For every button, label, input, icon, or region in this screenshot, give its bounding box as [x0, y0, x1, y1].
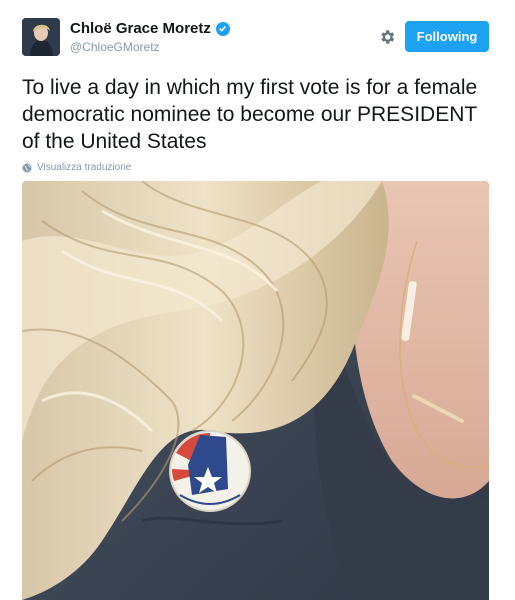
- tweet-photo[interactable]: [22, 181, 489, 600]
- translate-link[interactable]: Visualizza traduzione: [22, 162, 131, 173]
- user-handle[interactable]: @ChloeGMoretz: [70, 40, 160, 54]
- gear-icon[interactable]: [378, 28, 396, 46]
- tweet-header: Chloë Grace Moretz @ChloeGMoretz Followi…: [0, 0, 515, 66]
- globe-icon: [22, 163, 32, 172]
- translate-label: Visualizza traduzione: [37, 162, 132, 173]
- verified-badge-icon: [215, 21, 230, 36]
- following-button[interactable]: Following: [405, 21, 489, 52]
- tweet-text: To live a day in which my first vote is …: [22, 76, 478, 153]
- avatar[interactable]: [22, 18, 60, 56]
- display-name[interactable]: Chloë Grace Moretz: [70, 20, 211, 37]
- name-row: Chloë Grace Moretz: [70, 20, 230, 37]
